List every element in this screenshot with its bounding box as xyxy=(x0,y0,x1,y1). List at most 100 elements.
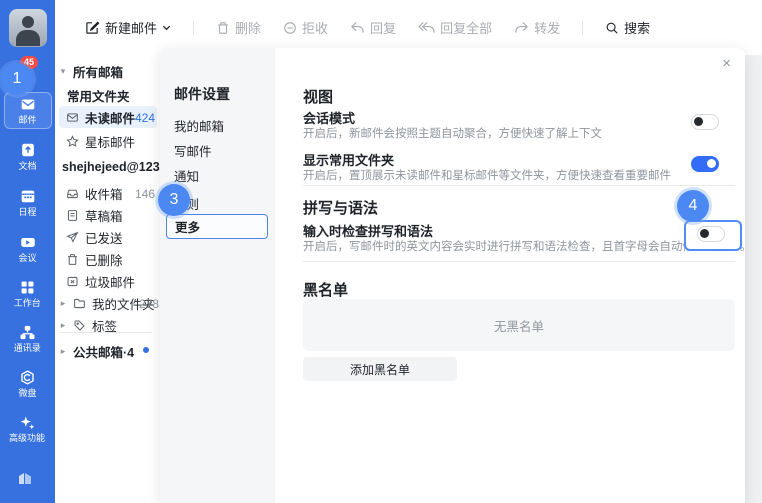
conversation-mode-desc: 开启后，新邮件会按照主题自动聚合，方便快速了解上下文 xyxy=(303,125,602,141)
common-folders-label: 常用文件夹 xyxy=(67,86,130,105)
common-folders-toggle[interactable] xyxy=(691,156,719,172)
collapse-icon[interactable]: ▾ xyxy=(59,66,67,77)
draft-icon xyxy=(66,209,79,222)
expand-icon[interactable]: ▸ xyxy=(59,320,67,331)
unread-count: 424 xyxy=(135,111,155,125)
folder-unread[interactable]: 未读邮件 xyxy=(66,107,135,127)
folder-inbox[interactable]: 收件箱 xyxy=(66,183,123,203)
inbox-label: 收件箱 xyxy=(85,184,123,203)
forward-label: 转发 xyxy=(534,18,560,37)
rail-label: 高级功能 xyxy=(9,433,45,443)
tag-icon xyxy=(73,319,86,332)
grid-icon xyxy=(19,279,36,296)
rail-item-advanced[interactable]: 高级功能 xyxy=(5,411,51,447)
add-blacklist-label: 添加黑名单 xyxy=(350,361,410,378)
reply-all-button[interactable]: 回复全部 xyxy=(418,18,492,37)
rail-item-contacts[interactable]: 通讯录 xyxy=(5,321,51,357)
send-icon xyxy=(66,231,79,244)
rail-label: 邮件 xyxy=(18,115,36,125)
nav-item-more[interactable]: 更多 xyxy=(166,214,268,239)
rail-item-calendar[interactable]: 日程 xyxy=(5,184,51,221)
trash-icon xyxy=(216,21,230,35)
chevron-down-icon xyxy=(162,23,171,32)
all-mailboxes-label: 所有邮箱 xyxy=(73,62,123,81)
search-icon xyxy=(605,21,619,35)
expand-icon[interactable]: ▸ xyxy=(59,298,67,309)
rail-item-docs[interactable]: 文档 xyxy=(5,138,51,175)
my-folders-count: 278 xyxy=(139,297,159,311)
reject-button[interactable]: 拒收 xyxy=(283,18,328,37)
rail-item-mail[interactable]: 邮件 xyxy=(4,92,52,129)
nav-item-compose[interactable]: 写邮件 xyxy=(174,141,212,160)
mail-icon xyxy=(19,95,37,113)
stats-icon[interactable] xyxy=(15,468,35,491)
annotation-step-3: 3 xyxy=(158,184,190,216)
forward-button[interactable]: 转发 xyxy=(514,18,560,37)
delete-label: 删除 xyxy=(235,18,261,37)
video-icon xyxy=(19,233,37,251)
section-spelling-heading: 拼写与语法 xyxy=(303,197,378,218)
delete-button[interactable]: 删除 xyxy=(216,18,261,37)
compose-label: 新建邮件 xyxy=(105,18,157,37)
sent-label: 已发送 xyxy=(85,228,123,247)
settings-content: 视图 会话模式 开启后，新邮件会按照主题自动聚合，方便快速了解上下文 显示常用文… xyxy=(303,48,735,503)
folder-deleted[interactable]: 已删除 xyxy=(66,249,123,269)
blacklist-empty-box: 无黑名单 xyxy=(303,299,735,351)
starred-label: 星标邮件 xyxy=(85,132,135,151)
section-divider xyxy=(303,261,735,262)
folder-sent[interactable]: 已发送 xyxy=(66,227,123,247)
org-icon xyxy=(19,324,36,341)
folder-spam[interactable]: 垃圾邮件 xyxy=(66,271,135,291)
mail-settings-panel: 邮件设置 我的邮箱 写邮件 通知 规则 更多 × 视图 会话模式 开启后，新邮件… xyxy=(160,48,745,503)
sparkle-icon xyxy=(19,414,36,431)
rail-item-drive[interactable]: 微盘 xyxy=(5,366,51,402)
nav-item-notifications[interactable]: 通知 xyxy=(174,166,199,185)
mail-icon xyxy=(66,111,79,124)
trash-icon xyxy=(66,253,79,266)
rail-item-meeting[interactable]: 会议 xyxy=(5,230,51,267)
drafts-label: 草稿箱 xyxy=(85,206,123,225)
drive-icon xyxy=(19,369,36,386)
settings-nav: 邮件设置 我的邮箱 写邮件 通知 规则 更多 xyxy=(160,48,275,503)
unread-dot xyxy=(143,347,149,353)
rail-label: 文档 xyxy=(18,161,36,171)
reply-icon xyxy=(350,21,365,34)
expand-icon[interactable]: ▸ xyxy=(59,346,67,357)
forward-icon xyxy=(514,21,529,34)
conversation-mode-toggle[interactable] xyxy=(691,114,719,130)
common-folders-toggle-desc: 开启后，置顶展示未读邮件和星标邮件等文件夹，方便快速查看重要邮件 xyxy=(303,167,671,183)
folder-divider xyxy=(60,332,152,333)
rail-label: 通讯录 xyxy=(14,343,41,353)
search-label: 搜索 xyxy=(624,18,650,37)
inbox-icon xyxy=(66,187,79,200)
compose-icon xyxy=(85,20,100,35)
rail-label: 日程 xyxy=(18,207,36,217)
section-divider xyxy=(303,185,735,186)
settings-title: 邮件设置 xyxy=(174,84,230,104)
folder-all-mailboxes[interactable]: ▾ 所有邮箱 xyxy=(59,61,123,81)
folder-starred[interactable]: 星标邮件 xyxy=(66,131,135,151)
calendar-icon xyxy=(19,187,37,205)
avatar[interactable] xyxy=(9,9,47,47)
rail-item-workspace[interactable]: 工作台 xyxy=(5,276,51,312)
reply-all-label: 回复全部 xyxy=(440,18,492,37)
folder-public-mailbox[interactable]: ▸ 公共邮箱·4 xyxy=(59,341,134,361)
reply-label: 回复 xyxy=(370,18,396,37)
compose-button[interactable]: 新建邮件 xyxy=(85,18,171,37)
unread-label: 未读邮件 xyxy=(85,108,135,127)
spellcheck-toggle[interactable] xyxy=(697,226,725,242)
rail-label: 会议 xyxy=(18,253,36,263)
toolbar-separator xyxy=(582,21,583,35)
search-button[interactable]: 搜索 xyxy=(605,18,650,37)
section-common-folders: 常用文件夹 xyxy=(67,85,130,105)
docs-icon xyxy=(19,141,37,159)
reply-button[interactable]: 回复 xyxy=(350,18,396,37)
minus-circle-icon xyxy=(283,21,297,35)
blacklist-empty-label: 无黑名单 xyxy=(494,316,544,335)
rail-label: 工作台 xyxy=(14,298,41,308)
add-blacklist-button[interactable]: 添加黑名单 xyxy=(303,357,457,381)
spam-icon xyxy=(66,275,79,288)
public-mailbox-label: 公共邮箱·4 xyxy=(73,342,134,361)
nav-item-my-mailbox[interactable]: 我的邮箱 xyxy=(174,116,224,135)
folder-drafts[interactable]: 草稿箱 xyxy=(66,205,123,225)
